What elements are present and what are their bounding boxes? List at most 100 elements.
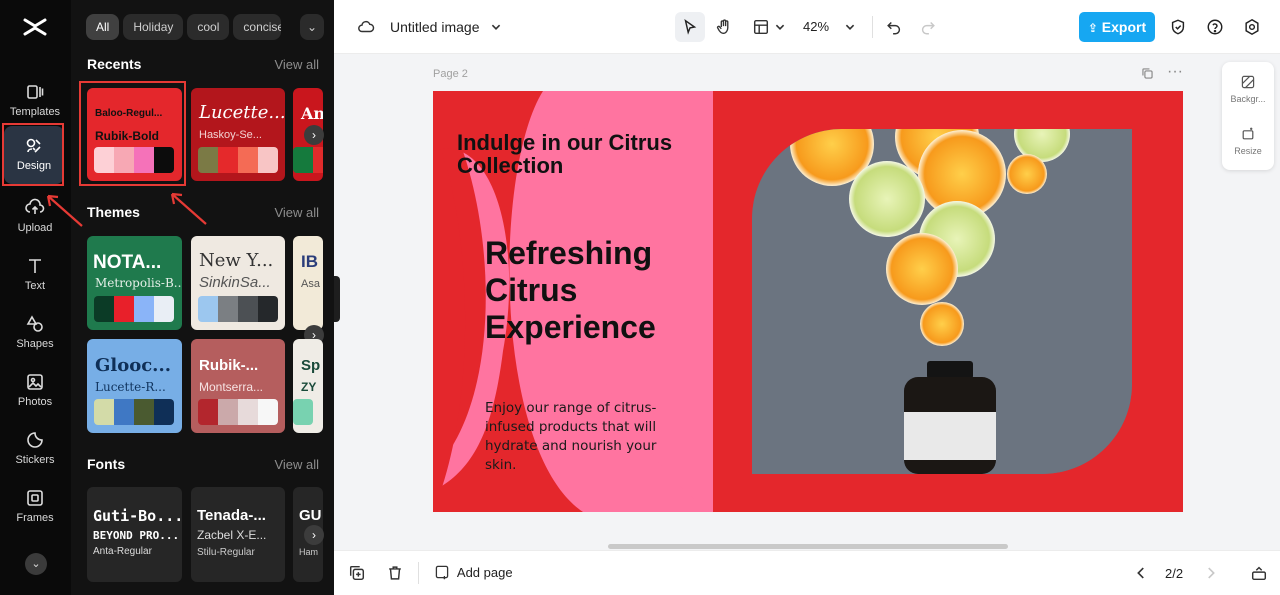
side-tool-panel: Backgr... Resize bbox=[1222, 62, 1274, 170]
hand-tool-icon[interactable] bbox=[712, 15, 736, 39]
frames-icon bbox=[27, 490, 43, 506]
select-tool-icon[interactable] bbox=[675, 12, 705, 42]
top-bar: Untitled image 42% ⇪ Export bbox=[334, 0, 1280, 54]
rail-label-stickers: Stickers bbox=[15, 454, 55, 466]
redo-icon[interactable] bbox=[916, 15, 940, 39]
artboard[interactable]: Indulge in our Citrus Collection Refresh… bbox=[433, 91, 1183, 512]
rail-item-stickers[interactable]: Stickers bbox=[3, 424, 67, 482]
card-font-1: Lucette... bbox=[199, 102, 285, 123]
font-card-2[interactable]: Tenada-... Zacbel X-E... Stilu-Regular bbox=[191, 487, 285, 582]
help-icon[interactable] bbox=[1203, 15, 1227, 39]
theme-card-2[interactable]: New Y... SinkinSa... bbox=[191, 236, 285, 330]
chip-all[interactable]: All bbox=[86, 14, 120, 40]
zoom-level[interactable]: 42% bbox=[803, 19, 829, 34]
chips-more-button[interactable]: ⌄ bbox=[300, 14, 324, 40]
fonts-title: Fonts bbox=[87, 456, 126, 472]
duplicate-icon[interactable] bbox=[348, 564, 366, 582]
chevron-down-icon[interactable] bbox=[484, 15, 508, 39]
themes-view-all-link[interactable]: View all bbox=[274, 205, 319, 220]
background-icon bbox=[1241, 75, 1255, 89]
artboard-body-copy[interactable]: Enjoy our range of citrus-infused produc… bbox=[485, 399, 685, 475]
annotation-highlight-design bbox=[2, 123, 64, 186]
card-font-1: Glooc... bbox=[95, 355, 171, 376]
rail-label-photos: Photos bbox=[17, 396, 53, 408]
card-font-2: BEYOND PRO... bbox=[93, 529, 180, 542]
theme-card-4[interactable]: Glooc... Lucette-R... bbox=[87, 339, 182, 433]
next-page-icon[interactable] bbox=[1202, 564, 1220, 582]
more-options-icon[interactable]: ··· bbox=[1167, 63, 1183, 81]
chip-concise[interactable]: concise bbox=[233, 14, 282, 40]
rail-label-frames: Frames bbox=[16, 512, 54, 524]
add-page-label: Add page bbox=[456, 565, 513, 580]
chevron-down-icon[interactable] bbox=[838, 15, 862, 39]
add-page-button[interactable]: Add page bbox=[434, 564, 513, 580]
shield-icon[interactable] bbox=[1166, 15, 1190, 39]
horizontal-scrollbar[interactable] bbox=[608, 544, 1008, 549]
theme-card-3[interactable]: IB Asa bbox=[293, 236, 323, 330]
card-font-2: Zacbel X-E... bbox=[197, 528, 267, 542]
chip-cool[interactable]: cool bbox=[187, 14, 230, 40]
capcut-logo-icon[interactable] bbox=[22, 14, 48, 40]
citrus-photo[interactable] bbox=[752, 129, 1132, 474]
undo-icon[interactable] bbox=[882, 15, 906, 39]
page-label: Page 2 bbox=[433, 68, 468, 80]
palette-swatches bbox=[293, 147, 323, 173]
filter-chips: All Holiday cool concise bbox=[86, 14, 331, 40]
export-button[interactable]: ⇪ Export bbox=[1079, 12, 1155, 42]
card-font-1: NOTA... bbox=[93, 252, 162, 273]
artboard-big-title[interactable]: Refreshing Citrus Experience bbox=[485, 235, 715, 346]
rail-label-templates: Templates bbox=[9, 106, 61, 118]
trash-icon[interactable] bbox=[386, 564, 404, 582]
recents-next-button[interactable]: › bbox=[304, 125, 324, 145]
settings-icon[interactable] bbox=[1240, 15, 1264, 39]
resize-tool[interactable]: Resize bbox=[1222, 126, 1274, 156]
text-icon bbox=[29, 259, 41, 273]
background-tool-label: Backgr... bbox=[1230, 94, 1266, 104]
fonts-next-button[interactable]: › bbox=[304, 525, 324, 545]
theme-card-5[interactable]: Rubik-... Montserra... bbox=[191, 339, 285, 433]
card-font-2: Montserra... bbox=[199, 380, 264, 394]
rail-more-button[interactable]: ⌄ bbox=[25, 553, 47, 575]
recent-card-2[interactable]: Lucette... Haskoy-Se... bbox=[191, 88, 285, 181]
palette-swatches bbox=[198, 399, 278, 425]
theme-card-1[interactable]: NOTA... Metropolis-B... bbox=[87, 236, 182, 330]
card-font-3: Anta-Regular bbox=[93, 546, 152, 557]
chevron-down-icon[interactable] bbox=[768, 15, 792, 39]
add-page-icon bbox=[435, 565, 449, 580]
recents-view-all-link[interactable]: View all bbox=[274, 57, 319, 72]
cloud-sync-icon[interactable] bbox=[354, 15, 378, 39]
theme-card-6[interactable]: Sp ZY bbox=[293, 339, 323, 433]
chevron-right-icon: › bbox=[312, 528, 316, 542]
chip-holiday[interactable]: Holiday bbox=[123, 14, 184, 40]
duplicate-page-icon[interactable] bbox=[1141, 67, 1154, 83]
photos-icon bbox=[27, 374, 43, 390]
font-card-1[interactable]: Guti-Bo... BEYOND PRO... Anta-Regular bbox=[87, 487, 182, 582]
background-tool[interactable]: Backgr... bbox=[1222, 74, 1274, 104]
rail-item-frames[interactable]: Frames bbox=[3, 482, 67, 540]
card-font-1: Guti-Bo... bbox=[93, 507, 182, 525]
bottombar-divider bbox=[418, 562, 419, 584]
card-font-1: Sp bbox=[301, 357, 321, 374]
prev-page-icon[interactable] bbox=[1132, 564, 1150, 582]
left-rail: Templates Design Upload Text Shapes Phot… bbox=[0, 0, 71, 595]
card-font-1: New Y... bbox=[199, 250, 274, 271]
rail-item-photos[interactable]: Photos bbox=[3, 366, 67, 424]
resize-icon bbox=[1242, 127, 1254, 140]
palette-swatches bbox=[293, 399, 313, 425]
collapse-panel-icon[interactable] bbox=[1250, 564, 1268, 582]
rail-item-shapes[interactable]: Shapes bbox=[3, 308, 67, 366]
upload-icon: ⇪ bbox=[1087, 21, 1098, 35]
rail-label-text: Text bbox=[24, 280, 46, 292]
rail-item-text[interactable]: Text bbox=[3, 250, 67, 308]
card-font-1: Ant bbox=[301, 104, 323, 123]
recents-title: Recents bbox=[87, 56, 142, 72]
document-title[interactable]: Untitled image bbox=[390, 19, 480, 35]
palette-swatches bbox=[198, 296, 278, 322]
card-font-2: SinkinSa... bbox=[199, 274, 271, 291]
panel-collapse-handle[interactable] bbox=[334, 276, 340, 322]
card-font-2: Haskoy-Se... bbox=[199, 129, 262, 141]
palette-swatches bbox=[198, 147, 278, 173]
fonts-view-all-link[interactable]: View all bbox=[274, 457, 319, 472]
annotation-arrow-design bbox=[46, 194, 83, 227]
artboard-headline[interactable]: Indulge in our Citrus Collection bbox=[457, 131, 737, 177]
